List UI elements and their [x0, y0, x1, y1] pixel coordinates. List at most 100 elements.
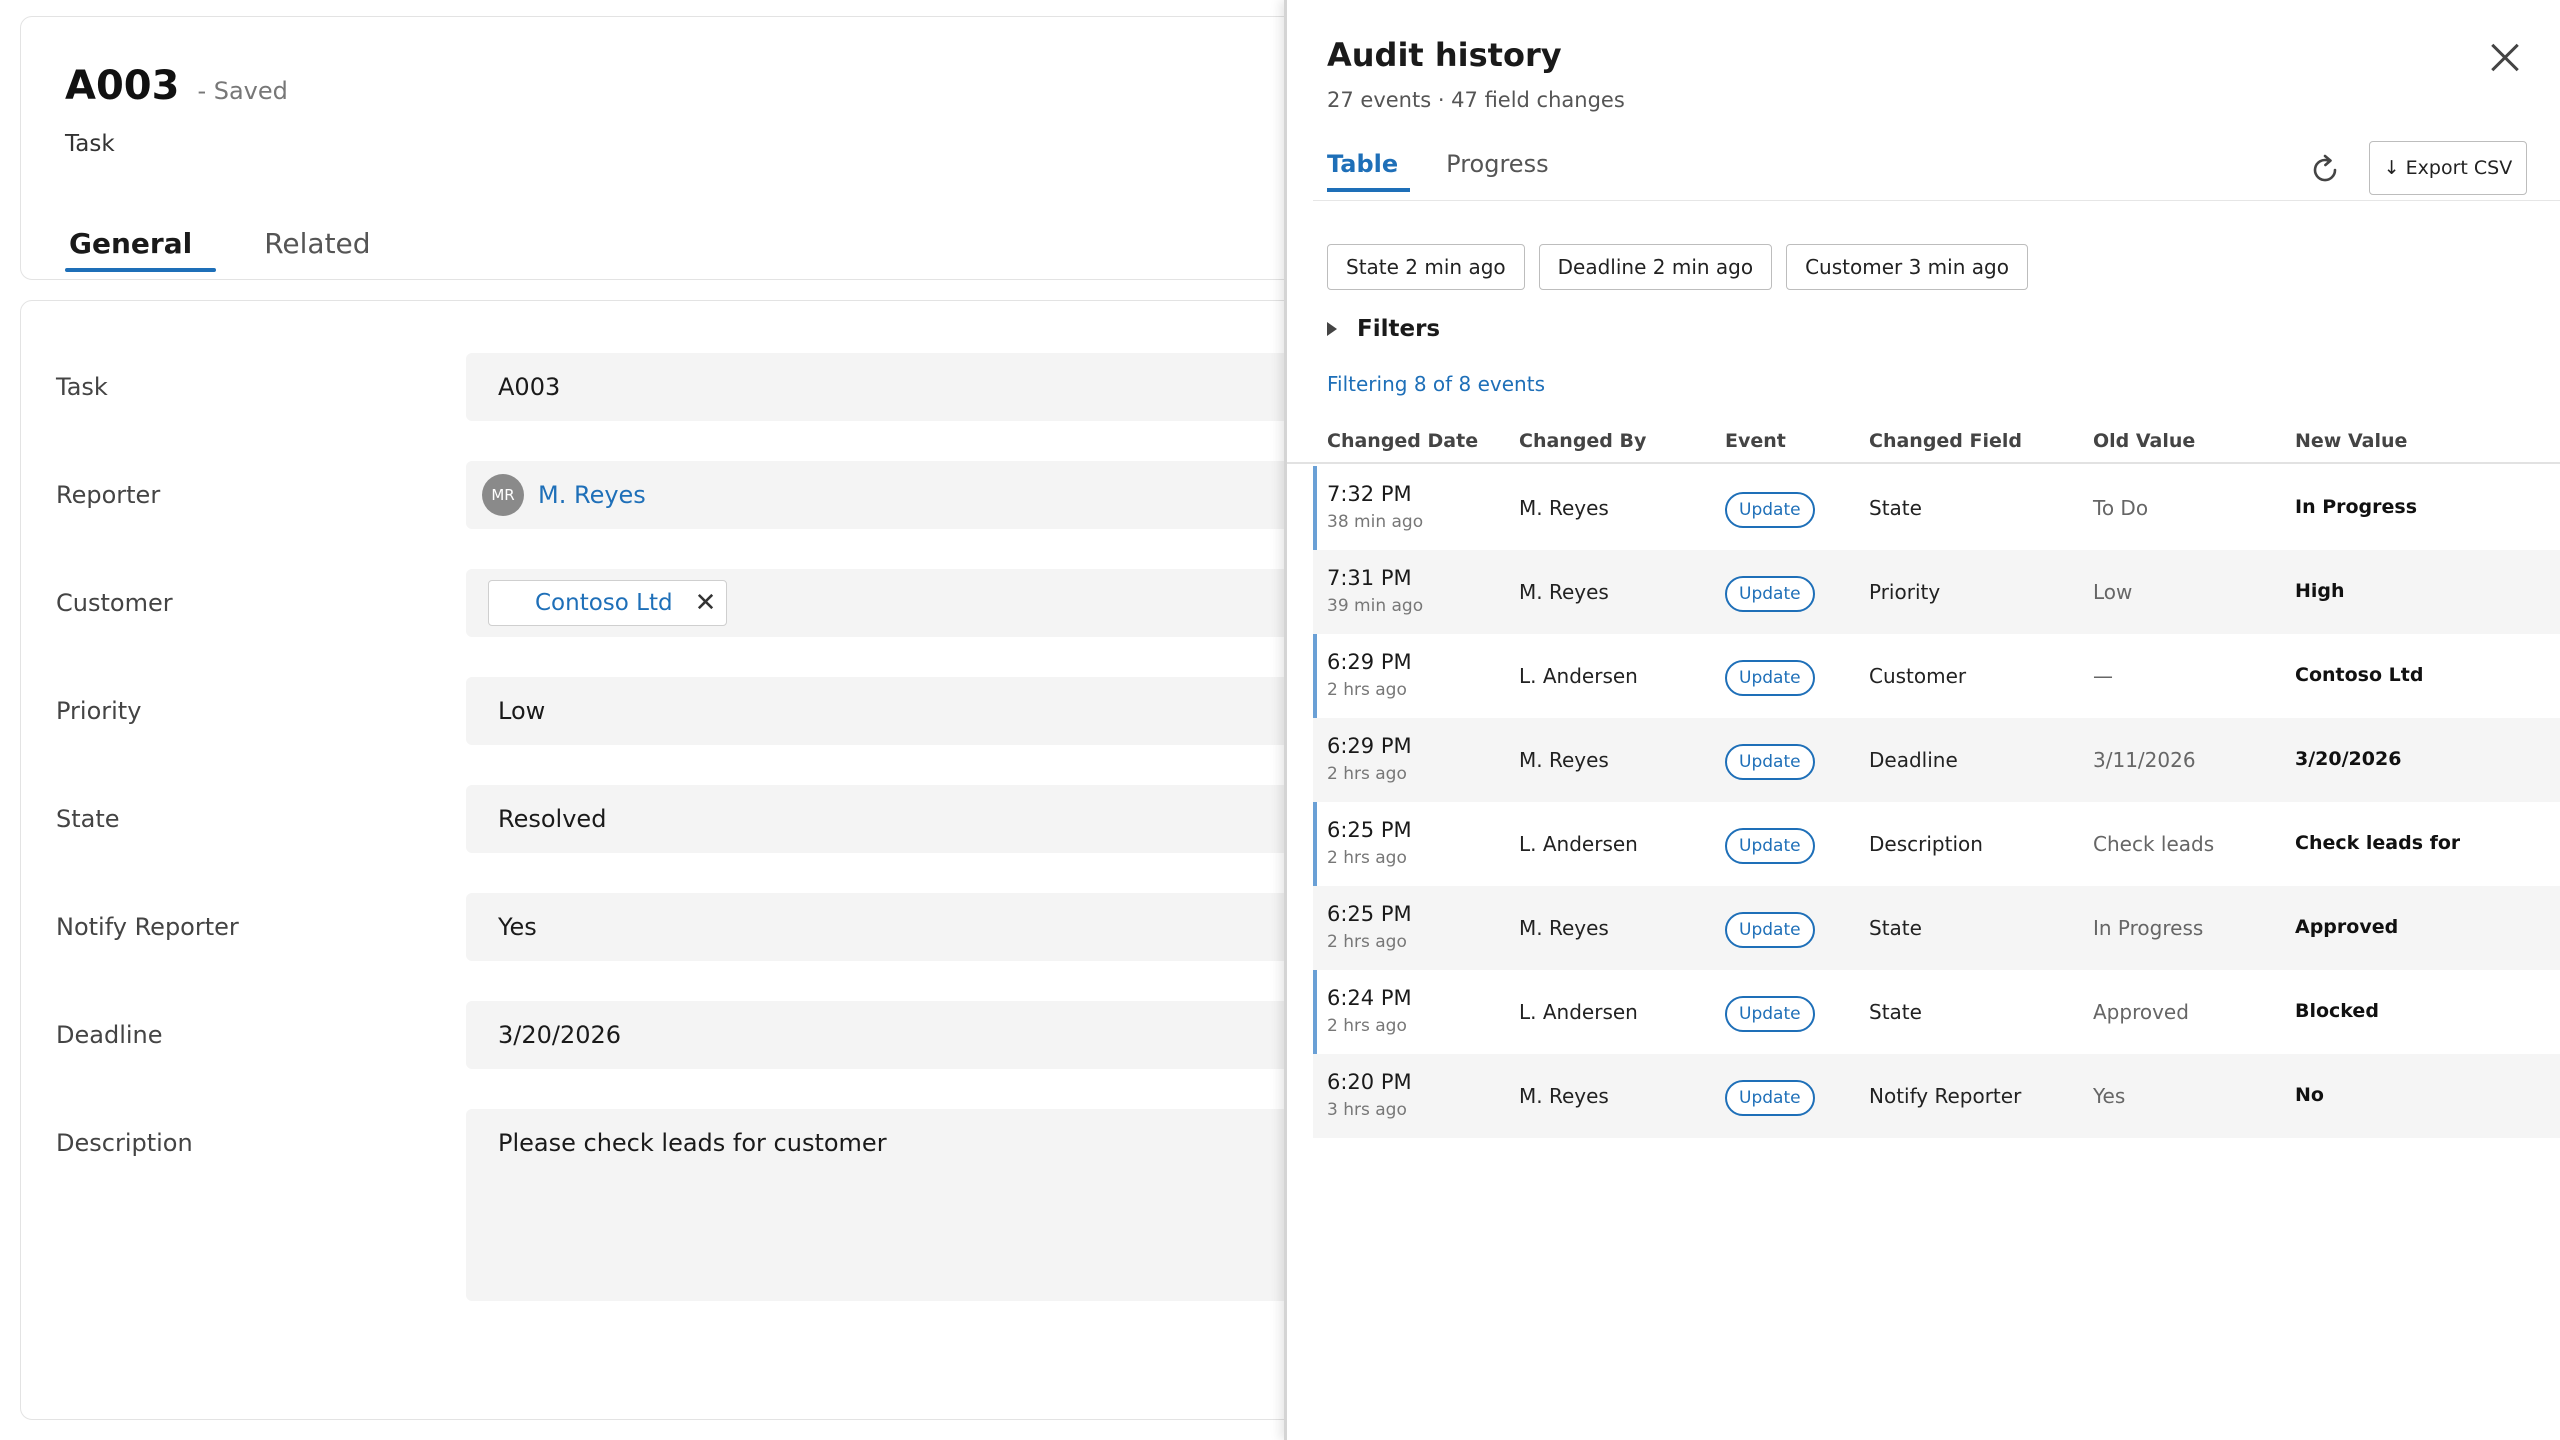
export-csv-label: Export CSV	[2405, 157, 2513, 179]
download-arrow-icon: ↓	[2383, 157, 2400, 179]
new-value: Contoso Ltd	[2295, 664, 2424, 686]
changed-ago: 2 hrs ago	[1327, 764, 1407, 784]
table-row[interactable]: 6:29 PM 2 hrs ago L. Andersen Update Cus…	[1313, 634, 2560, 718]
form-card: Task A003 Reporter MR M. Reyes Customer …	[20, 300, 1321, 1420]
record-tabs: General Related	[65, 217, 439, 272]
event-badge: Update	[1725, 744, 1815, 780]
event-badge: Update	[1725, 1080, 1815, 1116]
table-row[interactable]: 6:25 PM 2 hrs ago L. Andersen Update Des…	[1313, 802, 2560, 886]
tab-related[interactable]: Related	[260, 217, 374, 272]
table-row[interactable]: 6:24 PM 2 hrs ago L. Andersen Update Sta…	[1313, 970, 2560, 1054]
changed-by: L. Andersen	[1519, 1000, 1638, 1024]
description-field[interactable]: Please check leads for customer	[466, 1109, 1321, 1301]
field-label: State	[56, 805, 120, 833]
changed-field: Deadline	[1869, 748, 1958, 772]
changed-by: M. Reyes	[1519, 748, 1609, 772]
deadline-field[interactable]: 3/20/2026	[466, 1001, 1321, 1069]
changed-field: State	[1869, 496, 1922, 520]
column-header-changed-field[interactable]: Changed Field	[1869, 430, 2022, 452]
table-row[interactable]: 7:32 PM 38 min ago M. Reyes Update State…	[1313, 466, 2560, 550]
customer-lookup-chip[interactable]: Contoso Ltd ✕	[488, 580, 728, 626]
event-badge: Update	[1725, 660, 1815, 696]
avatar: MR	[482, 474, 524, 516]
changed-field: State	[1869, 916, 1922, 940]
state-field[interactable]: Resolved	[466, 785, 1321, 853]
field-label: Priority	[56, 697, 142, 725]
old-value: —	[2093, 664, 2113, 688]
changed-ago: 2 hrs ago	[1327, 680, 1407, 700]
changed-field: Description	[1869, 832, 1983, 856]
reporter-link[interactable]: M. Reyes	[538, 481, 646, 509]
changed-by: M. Reyes	[1519, 580, 1609, 604]
table-row[interactable]: 7:31 PM 39 min ago M. Reyes Update Prior…	[1313, 550, 2560, 634]
record-title-row: A003 - Saved	[65, 63, 288, 109]
export-csv-button[interactable]: ↓ Export CSV	[2369, 141, 2527, 195]
priority-field[interactable]: Low	[466, 677, 1321, 745]
field-label: Task	[56, 373, 108, 401]
column-header-event[interactable]: Event	[1725, 430, 1786, 452]
notify-reporter-field[interactable]: Yes	[466, 893, 1321, 961]
record-save-status: - Saved	[197, 77, 288, 105]
tab-general[interactable]: General	[65, 217, 217, 272]
table-row[interactable]: 6:25 PM 2 hrs ago M. Reyes Update State …	[1313, 886, 2560, 970]
changed-field: State	[1869, 1000, 1922, 1024]
audit-table-body: 7:32 PM 38 min ago M. Reyes Update State…	[1313, 466, 2560, 1138]
record-type: Task	[65, 131, 115, 157]
tab-progress[interactable]: Progress	[1446, 146, 1548, 192]
panel-tabs: Table Progress	[1327, 146, 1597, 192]
record-header: A003 - Saved Task General Related	[20, 16, 1320, 280]
refresh-button[interactable]	[2305, 150, 2345, 190]
refresh-icon	[2313, 154, 2337, 182]
task-field[interactable]: A003	[466, 353, 1321, 421]
form-row-priority: Priority Low	[21, 677, 1321, 745]
new-value: Check leads for	[2295, 832, 2461, 854]
recent-change-chip[interactable]: Deadline 2 min ago	[1538, 244, 1773, 290]
column-header-old-value[interactable]: Old Value	[2093, 430, 2195, 452]
tab-divider	[1313, 200, 2560, 201]
changed-by: L. Andersen	[1519, 664, 1638, 688]
field-label: Reporter	[56, 481, 161, 509]
reporter-field[interactable]: MR M. Reyes	[466, 461, 1321, 529]
changed-field: Notify Reporter	[1869, 1084, 2022, 1108]
event-badge: Update	[1725, 576, 1815, 612]
column-header-new-value[interactable]: New Value	[2295, 430, 2407, 452]
changed-time: 7:32 PM	[1327, 482, 1412, 506]
tab-table[interactable]: Table	[1327, 146, 1411, 192]
filters-label: Filters	[1357, 316, 1441, 342]
old-value: To Do	[2093, 496, 2149, 520]
filter-count: Filtering 8 of 8 events	[1327, 372, 1545, 396]
field-label: Description	[56, 1129, 193, 1157]
changed-ago: 39 min ago	[1327, 596, 1424, 616]
form-row-state: State Resolved	[21, 785, 1321, 853]
form-row-deadline: Deadline 3/20/2026	[21, 1001, 1321, 1069]
old-value: Approved	[2093, 1000, 2189, 1024]
changed-ago: 2 hrs ago	[1327, 848, 1407, 868]
customer-link[interactable]: Contoso Ltd	[535, 590, 673, 616]
new-value: No	[2295, 1084, 2324, 1106]
column-header-changed-by[interactable]: Changed By	[1519, 430, 1646, 452]
changed-time: 6:24 PM	[1327, 986, 1412, 1010]
changed-time: 7:31 PM	[1327, 566, 1412, 590]
event-badge: Update	[1725, 996, 1815, 1032]
changed-ago: 2 hrs ago	[1327, 932, 1407, 952]
new-value: High	[2295, 580, 2345, 602]
table-row[interactable]: 6:20 PM 3 hrs ago M. Reyes Update Notify…	[1313, 1054, 2560, 1138]
close-icon[interactable]	[2483, 36, 2527, 80]
new-value: In Progress	[2295, 496, 2418, 518]
close-icon[interactable]: ✕	[695, 590, 717, 616]
recent-change-chip[interactable]: Customer 3 min ago	[1786, 244, 2028, 290]
filters-toggle[interactable]: Filters	[1327, 316, 1440, 342]
changed-by: L. Andersen	[1519, 832, 1638, 856]
recent-change-chip[interactable]: State 2 min ago	[1327, 244, 1525, 290]
record-title: A003	[65, 63, 180, 109]
customer-field[interactable]: Contoso Ltd ✕	[466, 569, 1321, 637]
form-row-notify-reporter: Notify Reporter Yes	[21, 893, 1321, 961]
panel-title: Audit history	[1327, 36, 1562, 74]
changed-by: M. Reyes	[1519, 1084, 1609, 1108]
old-value: Check leads	[2093, 832, 2215, 856]
changed-by: M. Reyes	[1519, 496, 1609, 520]
column-header-changed-date[interactable]: Changed Date	[1327, 430, 1478, 452]
changed-time: 6:20 PM	[1327, 1070, 1412, 1094]
changed-ago: 3 hrs ago	[1327, 1100, 1407, 1120]
table-row[interactable]: 6:29 PM 2 hrs ago M. Reyes Update Deadli…	[1313, 718, 2560, 802]
